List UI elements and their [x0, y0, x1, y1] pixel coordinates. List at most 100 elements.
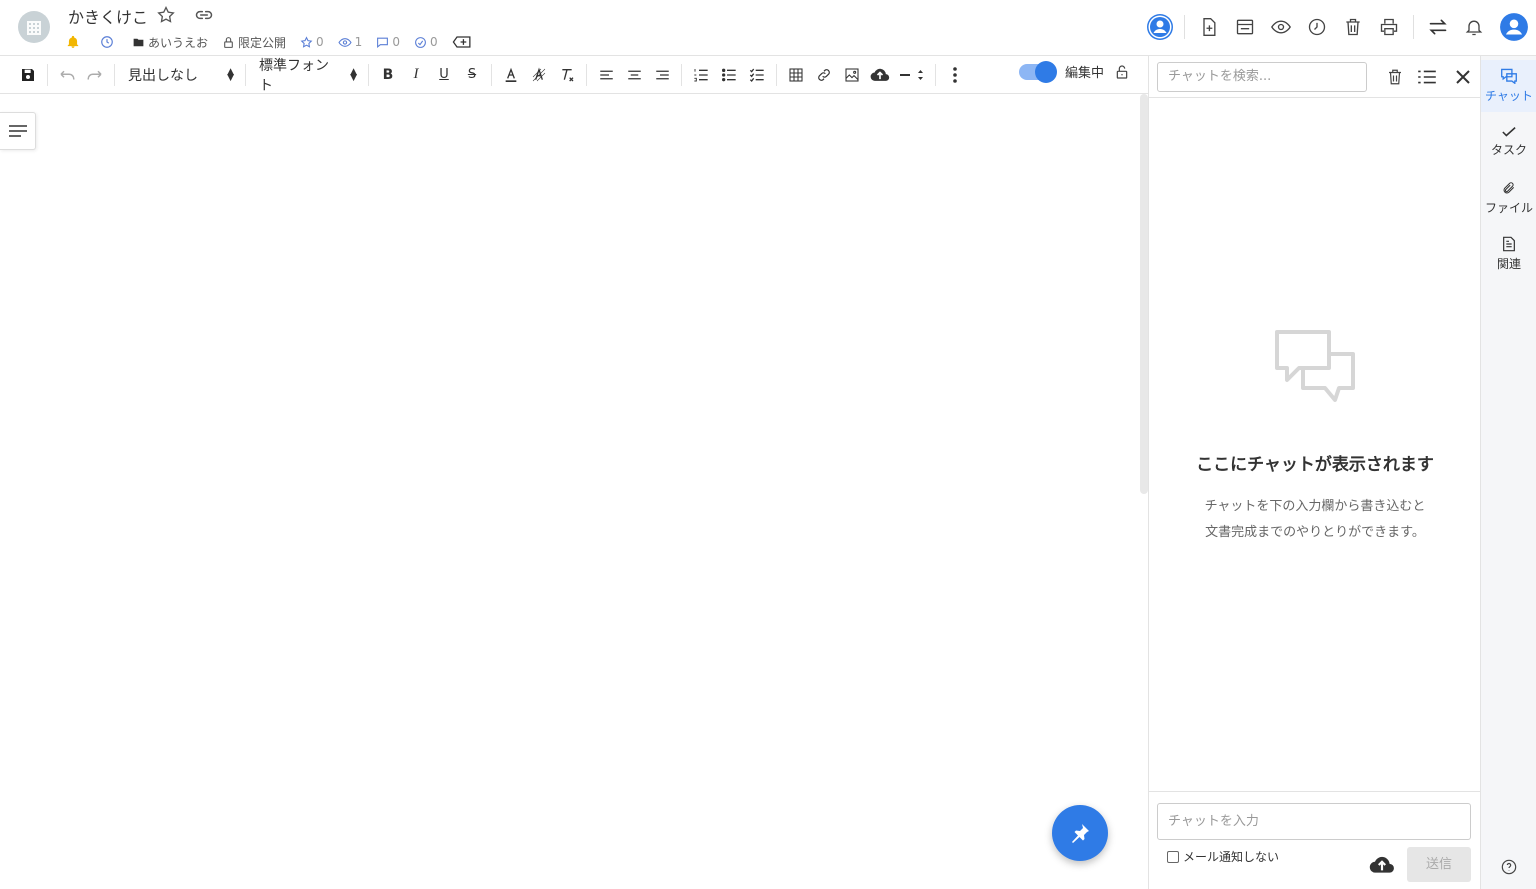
clear-format-icon	[562, 68, 574, 81]
more-options-button[interactable]	[941, 61, 969, 89]
align-left-icon	[599, 70, 613, 79]
user-circle-icon	[1147, 14, 1173, 40]
star-count[interactable]: 0	[300, 35, 324, 49]
printer-icon	[1380, 18, 1398, 36]
font-color-button[interactable]	[497, 61, 525, 89]
avatar	[1500, 13, 1528, 41]
mail-notify-label: メール通知しない	[1183, 850, 1280, 864]
preview-button[interactable]	[1263, 9, 1299, 45]
account-button[interactable]	[1496, 9, 1532, 45]
lock-icon	[224, 36, 233, 48]
chat-search-input[interactable]: チャットを検索...	[1157, 61, 1367, 92]
strikethrough-button[interactable]: S	[458, 61, 486, 89]
notifications-button[interactable]	[1456, 9, 1492, 45]
redo-button[interactable]	[81, 61, 109, 89]
delete-document-button[interactable]	[1335, 9, 1371, 45]
print-button[interactable]	[1371, 9, 1407, 45]
bold-icon: B	[382, 66, 394, 83]
align-right-button[interactable]	[648, 61, 676, 89]
italic-button[interactable]: I	[402, 61, 430, 89]
link-icon[interactable]	[193, 4, 215, 26]
heading-select[interactable]: 見出しなし ▲ ▼	[120, 61, 240, 89]
editor-scrollbar[interactable]	[1140, 94, 1148, 494]
visibility-link[interactable]: 限定公開	[222, 34, 286, 51]
unlock-icon[interactable]	[1114, 63, 1130, 81]
rail-label: 関連	[1496, 257, 1521, 271]
pin-fab-button[interactable]	[1052, 805, 1108, 861]
check-circle-icon	[415, 36, 426, 48]
send-button[interactable]: 送信	[1407, 847, 1471, 882]
trash-icon	[1346, 18, 1360, 36]
add-tag-button[interactable]	[452, 35, 472, 49]
checklist-button[interactable]	[743, 61, 771, 89]
chat-close-button[interactable]	[1449, 63, 1477, 91]
folder-link[interactable]: あいうえお	[132, 34, 208, 51]
check-icon	[1502, 127, 1516, 137]
workspace-logo[interactable]	[18, 11, 50, 43]
align-center-button[interactable]	[620, 61, 648, 89]
user-assign-button[interactable]	[1142, 9, 1178, 45]
check-count[interactable]: 0	[414, 35, 438, 49]
rail-item-tasks[interactable]: タスク	[1481, 116, 1536, 168]
outline-icon	[8, 125, 27, 137]
chat-empty-desc-line1: チャットを下の入力欄から書き込むと	[1204, 499, 1426, 514]
upload-button[interactable]	[866, 61, 894, 89]
notification-bell-icon[interactable]	[66, 35, 80, 49]
edit-mode-label: 編集中	[1064, 66, 1104, 81]
star-icon[interactable]	[155, 4, 177, 26]
new-document-button[interactable]	[1191, 9, 1227, 45]
history-button[interactable]	[1299, 9, 1335, 45]
tag-plus-icon	[452, 36, 471, 48]
highlight-button[interactable]	[525, 61, 553, 89]
help-button[interactable]	[1501, 859, 1517, 875]
divider	[1184, 15, 1185, 39]
outline-toggle-button[interactable]	[0, 112, 36, 150]
chat-empty-desc-line2: 文書完成までのやりとりができます。	[1205, 525, 1425, 540]
align-center-icon	[627, 70, 641, 79]
rail-item-chat[interactable]: チャット	[1481, 60, 1536, 112]
chat-upload-button[interactable]	[1369, 855, 1395, 875]
bullet-list-button[interactable]	[715, 61, 743, 89]
layout-button[interactable]	[1227, 9, 1263, 45]
bullet-list-icon	[722, 68, 736, 81]
chat-empty-title: ここにチャットが表示されます	[1196, 455, 1434, 475]
table-icon	[789, 67, 803, 82]
rail-item-files[interactable]: ファイル	[1481, 172, 1536, 224]
chat-message-input[interactable]: チャットを入力	[1157, 803, 1471, 840]
view-count[interactable]: 1	[338, 35, 362, 49]
align-left-button[interactable]	[592, 61, 620, 89]
divider	[491, 63, 492, 86]
insert-link-button[interactable]	[810, 61, 838, 89]
document-editor[interactable]	[0, 94, 1148, 889]
ordered-list-button[interactable]	[687, 61, 715, 89]
mail-notify-option[interactable]: メール通知しない	[1167, 848, 1279, 865]
history-clock-icon[interactable]	[100, 35, 114, 49]
comment-count[interactable]: 0	[376, 35, 400, 49]
updown-icon: ▲ ▼	[350, 66, 357, 83]
divider	[776, 63, 777, 86]
rail-item-related[interactable]: 関連	[1481, 228, 1536, 280]
edit-mode-toggle[interactable]	[1018, 60, 1057, 83]
table-button[interactable]	[782, 61, 810, 89]
heading-select-value: 見出しなし	[128, 67, 198, 84]
chat-list-button[interactable]	[1413, 63, 1441, 91]
save-button[interactable]	[14, 61, 42, 89]
strikethrough-icon: S	[467, 67, 477, 82]
chat-delete-button[interactable]	[1381, 63, 1409, 91]
mail-notify-checkbox[interactable]	[1167, 850, 1179, 863]
switch-button[interactable]	[1420, 9, 1456, 45]
document-title[interactable]: かきくけこ	[68, 4, 148, 28]
insert-image-button[interactable]	[838, 61, 866, 89]
font-select[interactable]: 標準フォント ▲ ▼	[251, 58, 363, 94]
swap-arrows-icon	[1429, 19, 1447, 35]
clear-format-button[interactable]	[553, 61, 581, 89]
font-color-icon	[505, 67, 517, 82]
divider	[245, 63, 246, 86]
underline-button[interactable]: U	[430, 61, 458, 89]
undo-button[interactable]	[53, 61, 81, 89]
link-icon	[818, 68, 830, 81]
chat-empty-description: チャットを下の入力欄から書き込むと 文書完成までのやりとりができます。	[1149, 494, 1481, 546]
bold-button[interactable]: B	[374, 61, 402, 89]
eye-icon	[338, 37, 352, 47]
horizontal-rule-select[interactable]	[894, 61, 930, 89]
